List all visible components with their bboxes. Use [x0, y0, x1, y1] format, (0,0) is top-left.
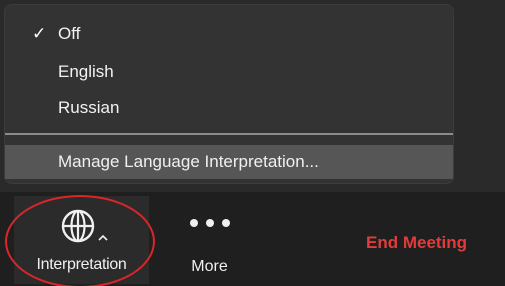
menu-item-label: English: [58, 62, 114, 81]
menu-item-manage-interpretation[interactable]: Manage Language Interpretation...: [5, 145, 453, 179]
menu-item-label: Russian: [58, 98, 120, 117]
interpretation-label: Interpretation: [36, 256, 127, 273]
chevron-up-icon[interactable]: [98, 234, 108, 241]
menu-divider: [5, 133, 453, 135]
interpretation-language-menu: ✓ Off English Russian Manage Language In…: [5, 5, 453, 183]
interpretation-button[interactable]: Interpretation: [14, 196, 149, 284]
menu-item-label: Off: [58, 24, 81, 43]
menu-item-english[interactable]: English: [5, 55, 453, 88]
meeting-toolbar: Interpretation More End Meeting: [0, 192, 505, 286]
more-label: More: [191, 258, 228, 275]
end-meeting-button[interactable]: End Meeting: [366, 230, 501, 256]
meeting-window: ✓ Off English Russian Manage Language In…: [0, 0, 505, 286]
globe-icon: [61, 209, 95, 243]
menu-item-off[interactable]: ✓ Off: [5, 17, 453, 50]
checkmark-icon: ✓: [32, 24, 47, 43]
more-button[interactable]: More: [172, 196, 247, 284]
menu-item-russian[interactable]: Russian: [5, 91, 453, 124]
ellipsis-icon: [190, 219, 230, 227]
menu-item-label: Manage Language Interpretation...: [58, 152, 319, 171]
